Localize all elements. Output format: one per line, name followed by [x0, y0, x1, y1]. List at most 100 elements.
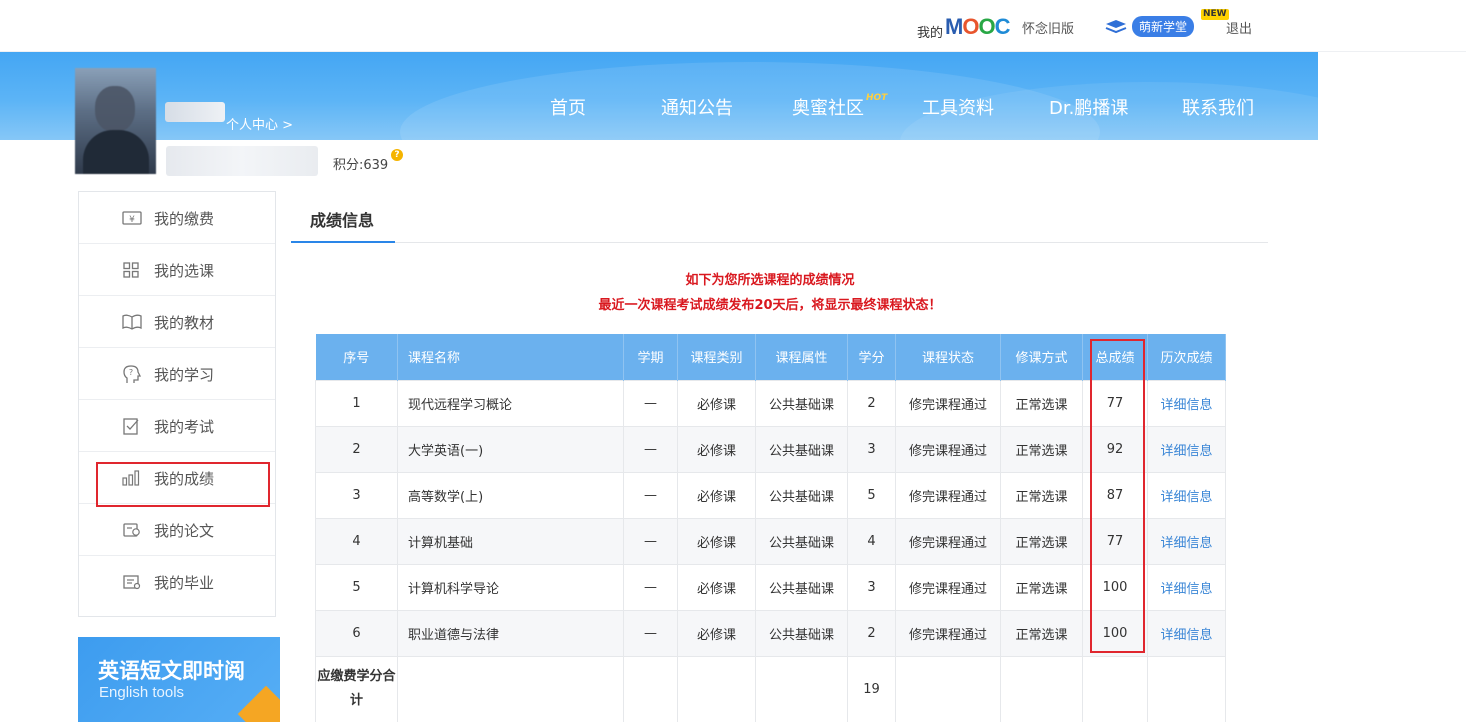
cell-history: 详细信息 [1147, 517, 1226, 565]
cell-category: 必修课 [677, 425, 756, 473]
cell-no: 3 [315, 471, 398, 519]
detail-link[interactable]: 详细信息 [1160, 582, 1212, 597]
sidebar-item-label: 我的教材 [154, 314, 215, 332]
cell-term: — [623, 517, 678, 565]
svg-text:¥: ¥ [129, 215, 135, 225]
cell-mode: 正常选课 [1000, 379, 1083, 427]
tab-bar: 成绩信息 [291, 190, 1268, 243]
sidebar-item-label: 我的学习 [154, 366, 215, 384]
nav-contact[interactable]: 联系我们 [1182, 94, 1254, 120]
table-row: 5 计算机科学导论 — 必修课 公共基础课 3 修完课程通过 正常选课 100 … [315, 563, 1226, 611]
mooc-logo: MOOC [945, 14, 1010, 39]
points-text: 积分:639 [333, 158, 389, 173]
detail-link[interactable]: 详细信息 [1160, 536, 1212, 551]
cell-credit: 5 [847, 471, 896, 519]
column-header: 课程类别 [677, 334, 756, 380]
cell-course-name: 计算机科学导论 [397, 563, 624, 611]
cell-course-name: 职业道德与法律 [397, 609, 624, 657]
cell-no: 4 [315, 517, 398, 565]
cell-category: 必修课 [677, 517, 756, 565]
column-header: 学分 [847, 334, 896, 380]
promo-title: 英语短文即时阅 [98, 659, 245, 683]
nav-tools[interactable]: 工具资料 [922, 94, 994, 120]
cell-status: 修完课程通过 [895, 379, 1001, 427]
top-bar: 我的 MOOC 怀念旧版 萌新学堂 NEW 退出 [0, 0, 1466, 52]
logout-link[interactable]: 退出 [1226, 18, 1252, 37]
cell-history: 详细信息 [1147, 425, 1226, 473]
cell-course-name: 计算机基础 [397, 517, 624, 565]
cell-status: 修完课程通过 [895, 609, 1001, 657]
new-badge: NEW [1201, 9, 1229, 20]
nav-notices[interactable]: 通知公告 [661, 94, 733, 120]
detail-link[interactable]: 详细信息 [1160, 628, 1212, 643]
table-row: 3 高等数学(上) — 必修课 公共基础课 5 修完课程通过 正常选课 87 详… [315, 471, 1226, 519]
column-header: 修课方式 [1000, 334, 1083, 380]
graduation-certificate-icon [122, 573, 141, 591]
sidebar-item-study[interactable]: ? 我的学习 [79, 348, 275, 400]
cell-category: 必修课 [677, 379, 756, 427]
svg-text:?: ? [129, 368, 133, 377]
my-mooc-link[interactable]: 我的 MOOC [917, 12, 1010, 42]
banner-edge [1318, 52, 1466, 140]
cell-credit: 3 [847, 425, 896, 473]
cell-term: — [623, 425, 678, 473]
cell-attribute: 公共基础课 [755, 425, 848, 473]
cell-attribute: 公共基础课 [755, 563, 848, 611]
cell-attribute: 公共基础课 [755, 517, 848, 565]
sidebar-item-graduation[interactable]: 我的毕业 [79, 556, 275, 608]
cell-mode: 正常选课 [1000, 471, 1083, 519]
cell-no: 5 [315, 563, 398, 611]
cell-mode: 正常选课 [1000, 517, 1083, 565]
sidebar-item-exams[interactable]: 我的考试 [79, 400, 275, 452]
avatar[interactable] [75, 68, 156, 174]
old-version-link[interactable]: 怀念旧版 [1022, 18, 1074, 37]
detail-link[interactable]: 详细信息 [1160, 398, 1212, 413]
cell-attribute: 公共基础课 [755, 609, 848, 657]
nav-community[interactable]: 奥蜜社区 [792, 94, 864, 120]
total-label: 应缴费学分合计 [315, 655, 398, 722]
sidebar-item-thesis[interactable]: 我的论文 [79, 504, 275, 556]
cell-no: 6 [315, 609, 398, 657]
column-header: 课程名称 [397, 334, 624, 380]
tab-grade-info[interactable]: 成绩信息 [291, 190, 395, 243]
table-row: 4 计算机基础 — 必修课 公共基础课 4 修完课程通过 正常选课 77 详细信… [315, 517, 1226, 565]
detail-link[interactable]: 详细信息 [1160, 490, 1212, 505]
personal-center-link[interactable]: 个人中心 > [226, 114, 293, 133]
sidebar-item-payment[interactable]: ¥ 我的缴费 [79, 192, 275, 244]
table-row: 6 职业道德与法律 — 必修课 公共基础课 2 修完课程通过 正常选课 100 … [315, 609, 1226, 657]
cell-category: 必修课 [677, 471, 756, 519]
cell-term: — [623, 563, 678, 611]
mengxin-link[interactable]: 萌新学堂 [1104, 16, 1195, 37]
yuan-card-icon: ¥ [122, 209, 142, 227]
cell-course-name: 大学英语(一) [397, 425, 624, 473]
cell-category: 必修课 [677, 609, 756, 657]
nav-home[interactable]: 首页 [550, 94, 586, 120]
cell-status: 修完课程通过 [895, 517, 1001, 565]
cell-no: 2 [315, 425, 398, 473]
book-stack-icon [1104, 19, 1128, 35]
cell-credit: 2 [847, 379, 896, 427]
cell-mode: 正常选课 [1000, 609, 1083, 657]
cell-status: 修完课程通过 [895, 563, 1001, 611]
table-row: 1 现代远程学习概论 — 必修课 公共基础课 2 修完课程通过 正常选课 77 … [315, 379, 1226, 427]
promo-corner-decoration [237, 685, 280, 722]
hot-badge: HOT [866, 93, 888, 103]
cell-course-name: 高等数学(上) [397, 471, 624, 519]
nav-dr-peng[interactable]: Dr.鹏播课 [1049, 94, 1128, 120]
sidebar-item-label: 我的考试 [154, 418, 215, 436]
cell-history: 详细信息 [1147, 379, 1226, 427]
table-header-row: 序号 课程名称 学期 课程类别 课程属性 学分 课程状态 修课方式 总成绩 历次… [315, 334, 1226, 380]
english-tools-banner[interactable]: 英语短文即时阅 English tools [78, 637, 280, 722]
points-help-icon[interactable]: ? [391, 149, 403, 161]
sidebar-item-label: 我的论文 [154, 522, 215, 540]
sidebar: ¥ 我的缴费 我的选课 我的教材 ? 我的学习 我的考试 我的成绩 我的论文 我… [78, 191, 276, 617]
cell-history: 详细信息 [1147, 609, 1226, 657]
cell-no: 1 [315, 379, 398, 427]
column-header: 序号 [315, 334, 398, 380]
detail-link[interactable]: 详细信息 [1160, 444, 1212, 459]
cell-attribute: 公共基础课 [755, 471, 848, 519]
blurred-user-name [165, 102, 225, 122]
cell-status: 修完课程通过 [895, 425, 1001, 473]
score-column-highlight-box [1090, 339, 1145, 653]
exam-paper-icon [122, 417, 140, 435]
